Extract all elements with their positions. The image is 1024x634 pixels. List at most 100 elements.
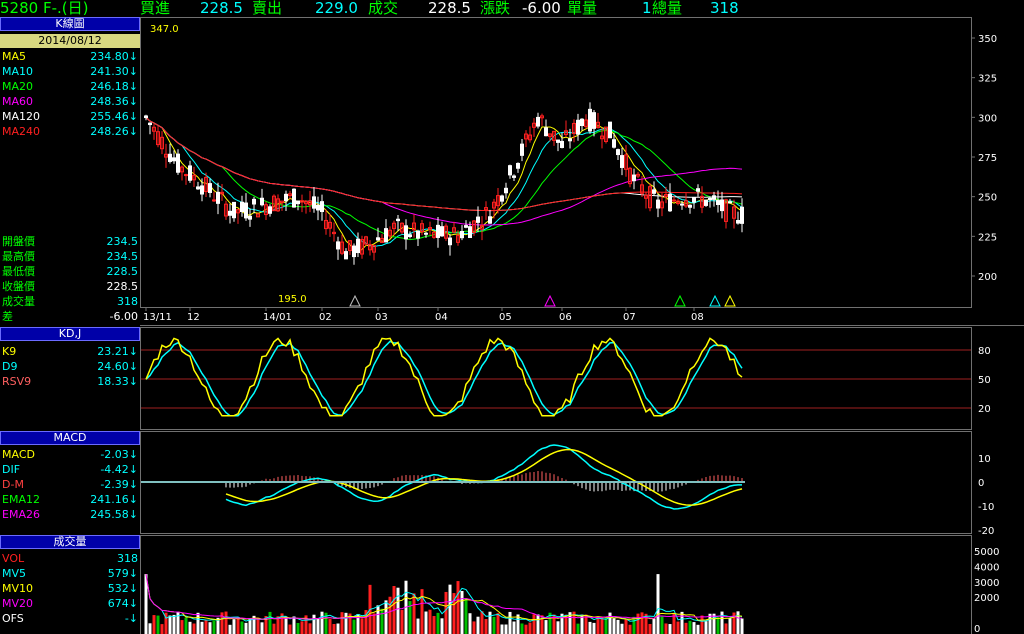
candle-body [464, 225, 468, 228]
candle-body [536, 116, 540, 127]
volume-bar [460, 590, 464, 634]
volume-bar [396, 587, 400, 634]
volume-bar [608, 612, 612, 634]
macd-y-tick-label: -20 [978, 526, 994, 537]
candle-body [704, 199, 708, 206]
low-price-mark: 195.0 [278, 294, 307, 305]
volume-bar [736, 611, 740, 634]
volume-bar [168, 615, 172, 634]
volume-bar [308, 623, 312, 634]
volume-bar [156, 615, 160, 634]
candle-body [516, 162, 520, 169]
volume-bar [384, 600, 388, 634]
volume-bar [500, 624, 504, 634]
volume-bar [716, 617, 720, 634]
candle-body [244, 202, 248, 219]
volume-bar [440, 618, 444, 634]
volume-bar [428, 609, 432, 634]
volume-bar [584, 614, 588, 634]
candle-body [376, 237, 380, 241]
candle-body [508, 165, 512, 176]
candle-body [652, 189, 656, 194]
candle-body [416, 230, 420, 239]
signal-triangle-icon [544, 294, 556, 307]
volume-bar [312, 614, 316, 634]
kline-x-tick-label: 13/11 [143, 312, 172, 323]
candle-body [384, 228, 388, 243]
volume-bar [600, 617, 604, 634]
candle-body [408, 234, 412, 238]
volume-bar [488, 611, 492, 634]
kline-x-tick-label: 08 [691, 312, 704, 323]
kline-y-tick-label: 275 [978, 153, 997, 164]
volume-bar [480, 611, 484, 634]
volume-bar [400, 609, 404, 634]
volume-bar [544, 620, 548, 634]
kline-axis: 350 325 300 275 250 225 200 13/11 12 14/01 02 03 04 0… [143, 34, 997, 323]
kline-y-tick-label: 300 [978, 113, 997, 124]
volume-bar [328, 618, 332, 634]
candle-body [252, 198, 256, 205]
candle-body [608, 121, 612, 139]
candle-body [672, 199, 676, 202]
volume-bar [464, 598, 468, 634]
kline-y-tick-label: 200 [978, 272, 997, 283]
volume-bar [604, 617, 608, 634]
candle-body [232, 201, 236, 219]
volume-bar [492, 616, 496, 634]
candle-body [268, 206, 272, 214]
volume-bar [148, 623, 152, 634]
volume-bar [204, 620, 208, 634]
volume-bar [300, 621, 304, 634]
volume-bar [284, 616, 288, 634]
candle-body [544, 127, 548, 137]
volume-bar [724, 623, 728, 634]
candle-body [316, 204, 320, 211]
volume-bar [244, 622, 248, 634]
candle-body [292, 188, 296, 208]
volume-bar [388, 596, 392, 634]
volume-bar [656, 574, 660, 634]
volume-bar [632, 616, 636, 634]
mv10-line [145, 574, 743, 621]
volume-bar [620, 623, 624, 634]
candle-body [228, 210, 232, 216]
candle-body [692, 197, 696, 203]
volume-bar [472, 621, 476, 634]
candle-body [708, 198, 712, 201]
volume-bar [320, 611, 324, 634]
volume-bar [728, 618, 732, 634]
kline-x-tick-label: 06 [559, 312, 572, 323]
volume-bar [444, 591, 448, 634]
stock-chart[interactable]: 35032530027525022520013/11 12 14/01 02 03 04 0… [0, 0, 1024, 634]
candle-body [612, 139, 616, 148]
volume-bar [496, 613, 500, 634]
volume-bar [636, 613, 640, 634]
volume-bar [292, 616, 296, 634]
candle-body [468, 226, 472, 239]
volume-bar [740, 618, 744, 634]
volume-bar [416, 618, 420, 634]
volume-bar [208, 622, 212, 634]
volume-bar [512, 621, 516, 634]
candle-body [576, 119, 580, 135]
candle-body [488, 216, 492, 224]
candle-body [476, 216, 480, 223]
volume-bar [536, 614, 540, 634]
volume-bar [532, 614, 536, 634]
volume-bar [660, 616, 664, 634]
candle-body [320, 201, 324, 213]
candle-body [668, 193, 672, 212]
candle-body [632, 174, 636, 182]
candle-body [500, 195, 504, 202]
volume-bar [236, 617, 240, 634]
volume-bar [720, 611, 724, 634]
volume-bar [424, 611, 428, 634]
volume-bar [296, 623, 300, 634]
volume-bar [160, 624, 164, 634]
volume-bar [680, 611, 684, 634]
candle-body [448, 237, 452, 246]
volume-bar [152, 615, 156, 634]
volume-bar [336, 623, 340, 634]
kline-marks: 347.0 195.0 [150, 24, 736, 307]
